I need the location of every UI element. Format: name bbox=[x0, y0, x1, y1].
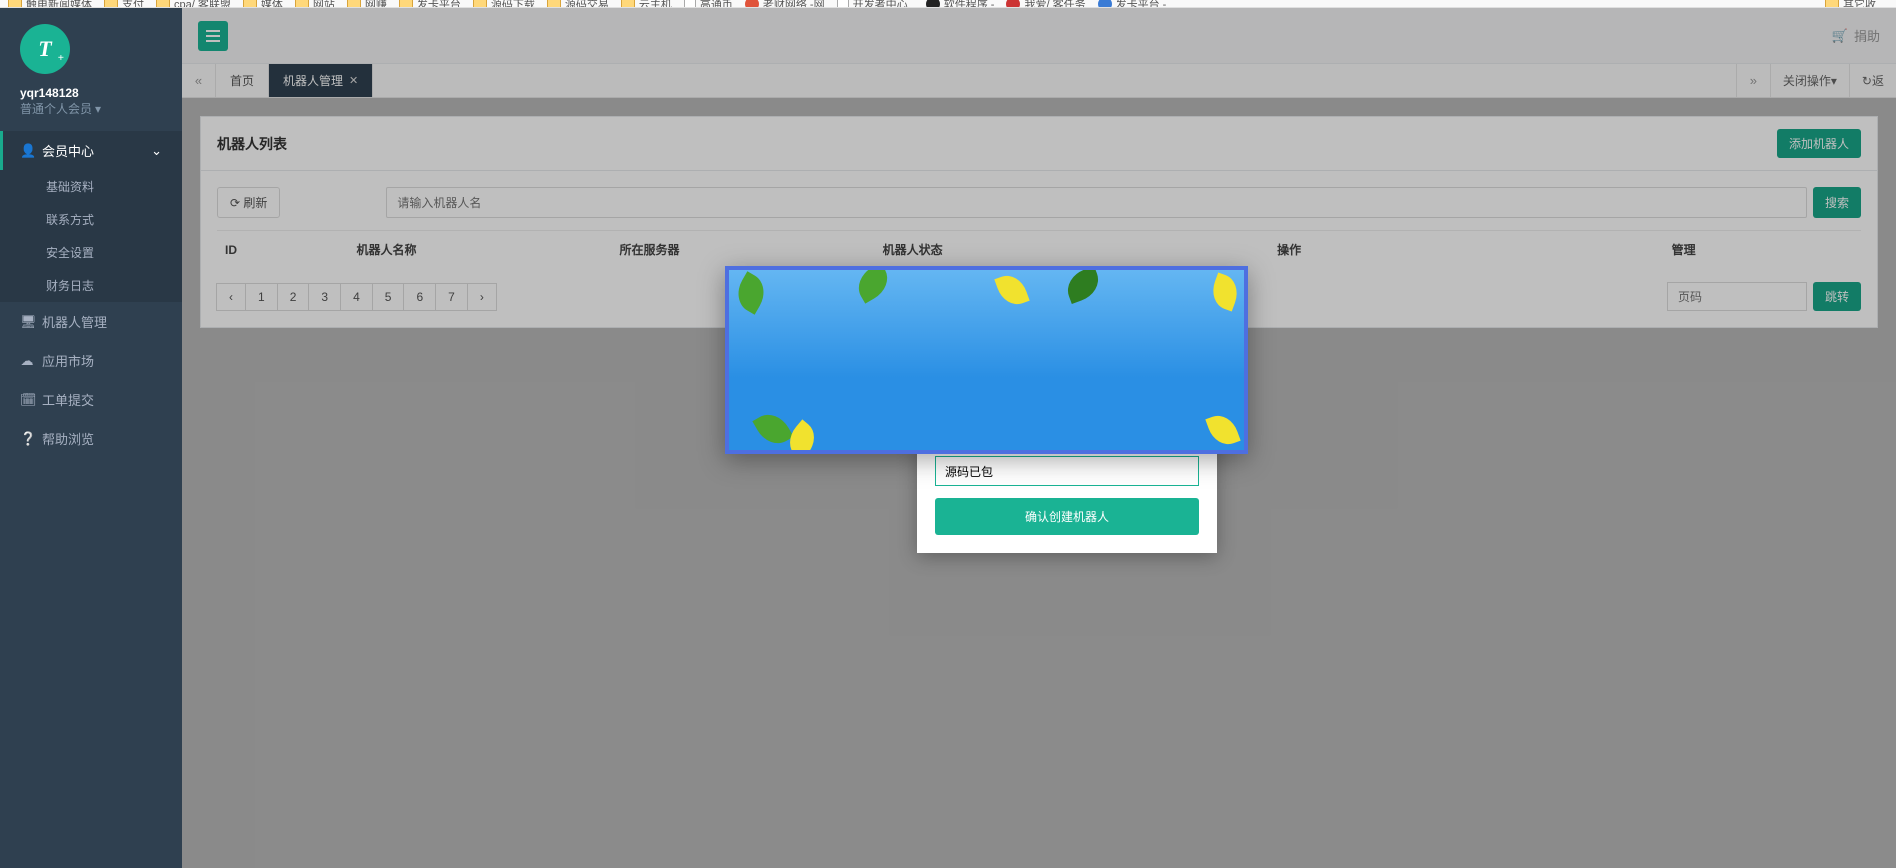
subnav-contact[interactable]: 联系方式 bbox=[0, 203, 182, 236]
bookmark-item[interactable]: 我爱/ 客任务 bbox=[1006, 0, 1085, 8]
bookmark-item[interactable]: 网站 bbox=[295, 0, 335, 8]
bookmark-item[interactable]: 发卡平台 - bbox=[1098, 0, 1167, 8]
user-icon: 👤 bbox=[20, 143, 34, 159]
chevron-down-icon: ▾ bbox=[95, 102, 101, 116]
bookmark-item[interactable]: 网赚 bbox=[347, 0, 387, 8]
avatar[interactable]: T bbox=[20, 24, 70, 74]
sidebar-item-member[interactable]: 👤会员中心⌄ bbox=[0, 131, 182, 170]
bookmark-item[interactable]: 媒体 bbox=[243, 0, 283, 8]
subnav-profile[interactable]: 基础资料 bbox=[0, 170, 182, 203]
sidebar-item-help[interactable]: ❔帮助浏览 bbox=[0, 419, 182, 458]
bookmark-item[interactable]: 其它收 bbox=[1825, 0, 1876, 8]
code-input[interactable] bbox=[935, 456, 1199, 486]
subnav-finance[interactable]: 财务日志 bbox=[0, 269, 182, 302]
sidebar: T yqr148128 普通个人会员▾ 👤会员中心⌄ 基础资料 联系方式 安全设… bbox=[0, 8, 182, 868]
sidebar-item-ticket[interactable]: 🗓工单提交 bbox=[0, 380, 182, 419]
bookmark-item[interactable]: cpa/ 客联盟 bbox=[156, 0, 231, 8]
help-icon: ❔ bbox=[20, 431, 34, 447]
create-robot-modal: 确认创建机器人 bbox=[917, 438, 1217, 553]
username: yqr148128 bbox=[20, 86, 162, 100]
bookmark-item[interactable]: 老财网络 -网 bbox=[745, 0, 825, 8]
user-role[interactable]: 普通个人会员▾ bbox=[20, 100, 162, 117]
bookmark-item[interactable]: 源码下载 bbox=[473, 0, 535, 8]
user-box: T yqr148128 普通个人会员▾ bbox=[0, 8, 182, 127]
sidebar-item-market[interactable]: ☁应用市场 bbox=[0, 341, 182, 380]
confirm-create-button[interactable]: 确认创建机器人 bbox=[935, 498, 1199, 535]
bookmark-item[interactable]: 支付 bbox=[104, 0, 144, 8]
monitor-icon: 🖥 bbox=[20, 314, 34, 330]
subnav-security[interactable]: 安全设置 bbox=[0, 236, 182, 269]
calendar-icon: 🗓 bbox=[20, 392, 34, 408]
chevron-down-icon: ⌄ bbox=[151, 143, 162, 159]
bookmark-item[interactable]: 开发者中心_ bbox=[837, 0, 914, 8]
bookmark-item[interactable]: 软件程序 - bbox=[926, 0, 995, 8]
main: 🛒 捐助 « 首页 机器人管理✕ » 关闭操作 ▾ ↻ 返 机器人列表 添加机器… bbox=[182, 8, 1896, 868]
bookmarks-bar: 触电新闻媒体 支付 cpa/ 客联盟 媒体 网站 网赚 发卡平台 源码下载 源码… bbox=[0, 0, 1896, 8]
bookmark-item[interactable]: 源码交易 bbox=[547, 0, 609, 8]
sidebar-item-bots[interactable]: 🖥机器人管理 bbox=[0, 302, 182, 341]
bookmark-item[interactable]: 高通币 bbox=[684, 0, 733, 8]
cloud-icon: ☁ bbox=[20, 353, 34, 369]
overlay-banner bbox=[725, 266, 1248, 454]
bookmark-item[interactable]: 云主机 bbox=[621, 0, 672, 8]
bookmark-item[interactable]: 发卡平台 bbox=[399, 0, 461, 8]
bookmark-item[interactable]: 触电新闻媒体 bbox=[8, 0, 92, 8]
